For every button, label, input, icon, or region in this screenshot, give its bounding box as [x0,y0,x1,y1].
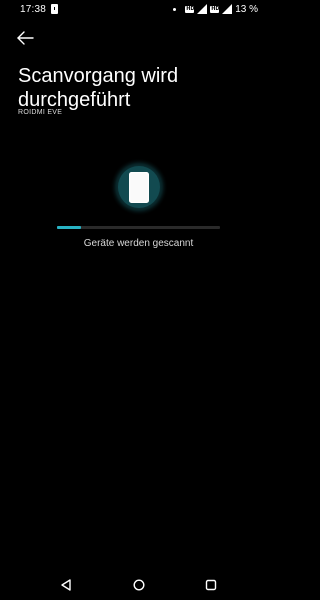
dot-icon [173,7,177,11]
signal-icon [222,4,233,14]
scan-progress-bar [57,226,220,229]
system-nav-bar [0,568,277,600]
back-arrow-icon[interactable] [14,29,36,47]
scan-status-text: Geräte werden gescannt [83,238,194,249]
device-name: ROIDMI EVE [18,109,63,116]
battery-percent: 13 % [235,3,258,15]
status-time: 17:38 [20,4,47,15]
page-title: Scanvorgang wird durchgeführt [18,65,179,111]
back-triangle-icon[interactable] [59,578,73,592]
lock-icon [51,4,58,14]
scan-progress-fill [57,226,82,229]
phone-icon [129,172,149,203]
scan-illustration [110,158,168,216]
hd-badge-icon [210,5,220,13]
home-circle-icon[interactable] [132,578,146,592]
status-icons: 13 % [173,3,258,15]
hd-badge-icon [185,5,195,13]
signal-icon [197,4,208,14]
recents-square-icon[interactable] [204,578,218,592]
status-bar: 17:38 13 % [0,0,277,20]
